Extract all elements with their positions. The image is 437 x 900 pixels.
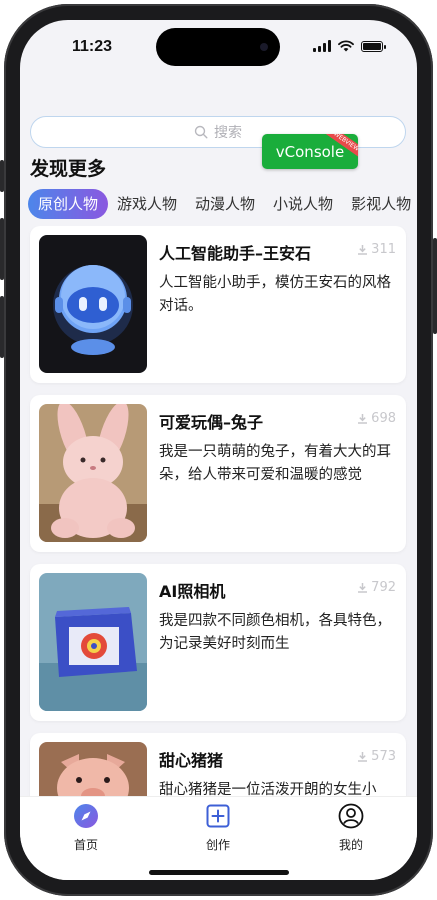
tab-bar: 首页 创作 我的 (20, 796, 417, 880)
tabbar-profile[interactable]: 我的 (311, 803, 391, 853)
power-button (433, 238, 437, 334)
character-name: 人工智能助手–王安石 (159, 244, 312, 263)
vconsole-button[interactable]: vConsole WEBVIEW (262, 134, 358, 169)
tabbar-label: 我的 (338, 838, 363, 852)
search-placeholder: 搜索 (214, 125, 242, 141)
tab-game[interactable]: 游戏人物 (108, 189, 186, 219)
download-count: 698 (357, 411, 396, 426)
compass-icon (74, 804, 98, 828)
tabbar-label: 创作 (205, 838, 230, 852)
download-icon (358, 414, 368, 424)
page-title: 发现更多 (30, 158, 107, 180)
search-icon (194, 125, 208, 139)
battery-icon (361, 40, 386, 52)
tabbar-home[interactable]: 首页 (46, 803, 126, 853)
user-icon (338, 803, 364, 829)
character-avatar (39, 235, 147, 373)
download-count-value: 792 (371, 580, 396, 595)
character-name: 可爱玩偶–兔子 (159, 413, 264, 432)
dynamic-island (156, 28, 280, 66)
category-tabs: 原创人物 游戏人物 动漫人物 小说人物 影视人物 (28, 188, 417, 220)
character-name: AI照相机 (159, 582, 226, 601)
download-count-value: 311 (371, 242, 396, 257)
signal-icon (313, 40, 331, 52)
character-avatar (39, 573, 147, 711)
status-icons (313, 40, 386, 52)
home-indicator (149, 870, 289, 875)
status-bar: 11:23 (20, 20, 417, 80)
status-time: 11:23 (72, 38, 113, 55)
character-card[interactable]: 人工智能助手–王安石 311 人工智能小助手，模仿王安石的风格对话。 (30, 226, 406, 383)
download-count: 792 (357, 580, 396, 595)
character-avatar (39, 742, 147, 800)
vconsole-label: vConsole (275, 142, 345, 161)
character-list: 人工智能助手–王安石 311 人工智能小助手，模仿王安石的风格对话。 可爱玩偶–… (20, 226, 417, 800)
character-description: 我是一只萌萌的兔子，有着大大的耳朵，给人带来可爱和温暖的感觉 (159, 444, 391, 483)
download-count: 311 (357, 242, 396, 257)
character-name: 甜心猪猪 (159, 751, 224, 770)
tabbar-create[interactable]: 创作 (178, 803, 258, 853)
camera-dot (260, 43, 268, 51)
wifi-icon (338, 40, 354, 52)
character-card[interactable]: AI照相机 792 我是四款不同颜色相机，各具特色，为记录美好时刻而生 (30, 564, 406, 721)
download-count: 573 (357, 749, 396, 764)
download-icon (358, 583, 368, 593)
volume-up-button (0, 218, 4, 280)
download-count-value: 573 (371, 749, 396, 764)
character-avatar (39, 404, 147, 542)
tab-film[interactable]: 影视人物 (342, 189, 417, 219)
screen: 11:23 搜索 发现更多 原创人物 游戏人物 动漫人物 小说人物 影视人物 人… (20, 20, 417, 880)
tabbar-label: 首页 (73, 838, 98, 852)
character-card[interactable]: 甜心猪猪 573 甜心猪猪是一位活泼开朗的女生小 (30, 733, 406, 800)
tab-anime[interactable]: 动漫人物 (186, 189, 264, 219)
plus-square-icon (206, 804, 230, 828)
download-icon (358, 752, 368, 762)
tab-original[interactable]: 原创人物 (28, 189, 109, 219)
character-description: 我是四款不同颜色相机，各具特色，为记录美好时刻而生 (159, 613, 391, 652)
mute-switch (0, 160, 4, 192)
download-count-value: 698 (371, 411, 396, 426)
volume-down-button (0, 296, 4, 358)
download-icon (358, 245, 368, 255)
tab-novel[interactable]: 小说人物 (264, 189, 342, 219)
character-card[interactable]: 可爱玩偶–兔子 698 我是一只萌萌的兔子，有着大大的耳朵，给人带来可爱和温暖的… (30, 395, 406, 552)
character-description: 人工智能小助手，模仿王安石的风格对话。 (159, 275, 391, 314)
